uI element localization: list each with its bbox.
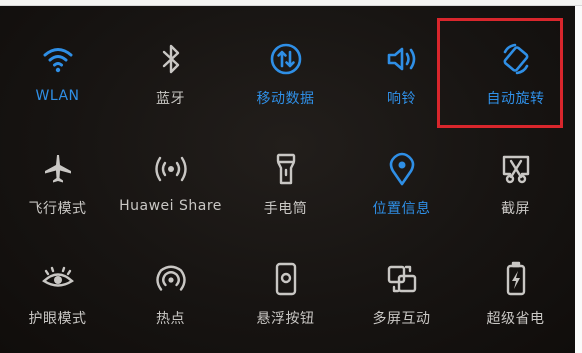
tile-label: 移动数据 xyxy=(256,91,315,107)
hotspot-icon xyxy=(152,260,190,298)
battery-saver-icon xyxy=(497,260,535,298)
highlight-box-auto-rotate xyxy=(437,18,563,128)
flashlight-icon xyxy=(267,150,305,188)
tile-label: 护眼模式 xyxy=(28,311,87,327)
bluetooth-icon xyxy=(152,40,190,78)
tile-eye-comfort[interactable]: 护眼模式 xyxy=(0,260,115,353)
tile-wlan[interactable]: WLAN xyxy=(0,40,115,150)
tile-huawei-share[interactable]: Huawei Share xyxy=(113,150,228,260)
tile-multi-screen[interactable]: 多屏互动 xyxy=(344,260,459,353)
tile-floating-button[interactable]: 悬浮按钮 xyxy=(228,260,343,353)
tile-bluetooth[interactable]: 蓝牙 xyxy=(113,40,228,150)
location-icon xyxy=(383,150,421,188)
tile-airplane-mode[interactable]: 飞行模式 xyxy=(0,150,115,260)
tile-flashlight[interactable]: 手电筒 xyxy=(228,150,343,260)
right-border xyxy=(575,6,582,353)
tile-hotspot[interactable]: 热点 xyxy=(113,260,228,353)
speaker-icon xyxy=(383,40,421,78)
tile-label: 超级省电 xyxy=(486,311,545,327)
tile-label: 多屏互动 xyxy=(372,311,431,327)
tile-label: 位置信息 xyxy=(372,201,431,217)
mobile-data-icon xyxy=(267,40,305,78)
tile-mobile-data[interactable]: 移动数据 xyxy=(228,40,343,150)
floating-button-icon xyxy=(267,260,305,298)
tile-location[interactable]: 位置信息 xyxy=(344,150,459,260)
tile-label: 热点 xyxy=(156,311,185,327)
tile-label: WLAN xyxy=(35,88,80,104)
tile-super-power-saving[interactable]: 超级省电 xyxy=(458,260,573,353)
tile-label: Huawei Share xyxy=(119,198,222,214)
multi-screen-icon xyxy=(383,260,421,298)
eye-icon xyxy=(39,260,77,298)
tile-label: 手电筒 xyxy=(263,201,308,217)
huawei-share-icon xyxy=(152,150,190,188)
screenshot-icon xyxy=(497,150,535,188)
tile-screenshot[interactable]: 截屏 xyxy=(458,150,573,260)
wifi-icon xyxy=(39,40,77,78)
tile-label: 悬浮按钮 xyxy=(256,311,315,327)
tile-label: 蓝牙 xyxy=(156,91,185,107)
tile-label: 飞行模式 xyxy=(28,201,87,217)
airplane-icon xyxy=(39,150,77,188)
tile-label: 截屏 xyxy=(501,201,530,217)
